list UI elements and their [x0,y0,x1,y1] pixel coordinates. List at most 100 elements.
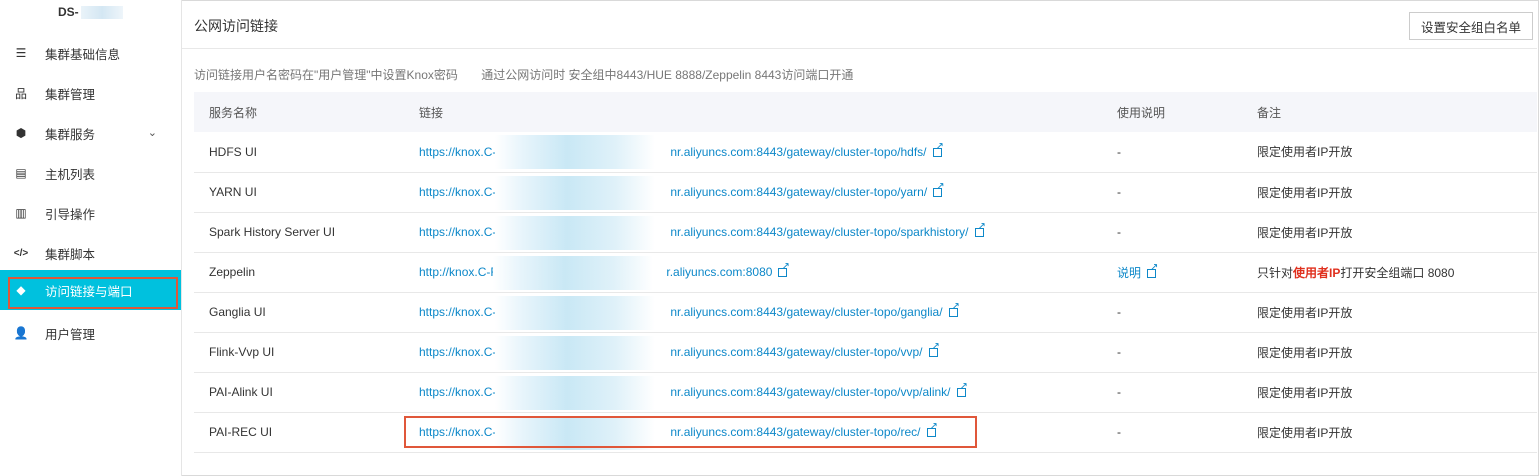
external-link-icon[interactable] [928,342,940,357]
note-cell: 限定使用者IP开放 [1242,412,1537,453]
service-link[interactable]: https://knox.C-F9 nr.aliyuncs.com:8443/ga… [404,372,1102,413]
usage-cell[interactable]: 说明 [1102,252,1242,293]
note-cell: 限定使用者IP开放 [1242,212,1537,253]
server-icon: ▤ [15,166,27,180]
external-link-icon[interactable] [926,422,938,437]
service-name: Flink-Vvp UI [194,332,404,373]
user-gear-icon: 👤 [13,326,29,340]
service-link[interactable]: https://knox.C-F9 nr.aliyuncs.com:8443/ga… [404,172,1102,213]
cluster-name: DS- [58,4,123,20]
note-cell: 限定使用者IP开放 [1242,292,1537,333]
note-cell: 限定使用者IP开放 [1242,172,1537,213]
service-link[interactable]: https://knox.C-F9 nr.aliyuncs.com:8443/ga… [404,332,1102,373]
service-link[interactable]: https://knox.C-F9 nr.aliyuncs.com:8443/ga… [404,132,1102,173]
cluster-name-redacted [80,5,123,19]
service-name: PAI-REC UI [194,412,404,453]
tag-icon: ◆ [16,283,26,297]
service-name: HDFS UI [194,132,404,173]
external-link-icon[interactable] [974,222,986,237]
service-name: Zeppelin [194,252,404,293]
sidebar-item-user-management[interactable]: 👤 用户管理 [0,313,181,353]
sidebar-item-cluster-management[interactable]: 品 集群管理 [0,73,181,113]
service-link[interactable]: https://knox.C-F9 nr.aliyuncs.com:8443/ga… [404,412,1102,453]
redaction-mask [495,135,655,169]
sidebar-item-access-links[interactable]: ◆ 访问链接与端口 [0,270,181,310]
external-link-icon[interactable] [933,182,945,197]
security-group-whitelist-button[interactable]: 设置安全组白名单 [1409,12,1533,40]
cube-icon: ⬢ [15,126,27,140]
usage-cell: - [1102,332,1242,373]
column-header-note: 备注 [1242,92,1537,132]
usage-cell: - [1102,132,1242,173]
redaction-mask [495,215,655,250]
table-header-row: 服务名称 链接 使用说明 备注 [194,92,1537,132]
table-row: PAI-REC UI https://knox.C-F9 nr.aliyuncs.… [194,412,1537,453]
column-header-service: 服务名称 [194,92,404,132]
table-row: Zeppelin http://knox.C-F9 r.aliyuncs.com:… [194,252,1537,293]
usage-cell: - [1102,212,1242,253]
chevron-down-icon[interactable]: ⌄ [148,126,157,139]
table-row: YARN UI https://knox.C-F9 nr.aliyuncs.com… [194,172,1537,213]
sidebar-item-label: 用户管理 [45,327,96,342]
note-cell: 限定使用者IP开放 [1242,332,1537,373]
note-cell: 只针对使用者IP打开安全组端口 8080 [1242,252,1537,293]
column-header-link: 链接 [404,92,1102,132]
table-row: Ganglia UI https://knox.C-F9 nr.aliyuncs.… [194,292,1537,333]
redaction-mask [495,375,655,410]
main-content: 公网访问链接 设置安全组白名单 访问链接用户名密码在"用户管理"中设置Knox密… [182,0,1539,476]
external-link-icon[interactable] [956,382,968,397]
usage-cell: - [1102,372,1242,413]
table-row: HDFS UI https://knox.C-F9 nr.aliyuncs.com… [194,132,1537,173]
usage-cell: - [1102,172,1242,213]
document-icon: ▥ [15,206,27,220]
service-link[interactable]: https://knox.C-F9 nr.aliyuncs.com:8443/ga… [404,212,1102,253]
redaction-mask [495,175,655,210]
notice-ports: 通过公网访问时 安全组中8443/HUE 8888/Zeppelin 8443访… [481,68,854,82]
table-row: Flink-Vvp UI https://knox.C-F9 nr.aliyunc… [194,332,1537,373]
column-header-usage: 使用说明 [1102,92,1242,132]
service-name: PAI-Alink UI [194,372,404,413]
sidebar-item-label: 主机列表 [45,167,96,182]
code-icon: </> [13,247,29,259]
usage-cell: - [1102,292,1242,333]
sidebar-item-bootstrap-actions[interactable]: ▥ 引导操作 [0,193,181,233]
note-cell: 限定使用者IP开放 [1242,372,1537,413]
usage-cell: - [1102,412,1242,453]
note-cell: 限定使用者IP开放 [1242,132,1537,173]
redaction-mask [493,255,653,290]
sidebar-item-host-list[interactable]: ▤ 主机列表 [0,153,181,193]
sidebar-item-cluster-info[interactable]: ☰ 集群基础信息 [0,33,181,73]
redaction-mask [495,415,655,450]
sidebar: DS- ☰ 集群基础信息 品 集群管理 ⬢ 集群服务 ⌄ ▤ 主机列表 ▥ 引导… [0,0,182,476]
sidebar-item-label: 引导操作 [45,207,96,222]
external-link-icon[interactable] [778,262,790,277]
access-links-table: 服务名称 链接 使用说明 备注 HDFS UI https://knox.C-F… [194,92,1537,453]
sidebar-item-label: 集群基础信息 [45,47,121,62]
service-name: Spark History Server UI [194,212,404,253]
table-row: PAI-Alink UI https://knox.C-F9 nr.aliyunc… [194,372,1537,413]
external-link-icon[interactable] [932,142,944,157]
sidebar-item-label: 集群管理 [45,87,96,102]
access-notice: 访问链接用户名密码在"用户管理"中设置Knox密码 通过公网访问时 安全组中84… [194,66,853,83]
sidebar-item-cluster-services[interactable]: ⬢ 集群服务 ⌄ [0,113,181,153]
page-title: 公网访问链接 [194,18,278,34]
service-name: Ganglia UI [194,292,404,333]
sidebar-item-label: 集群脚本 [45,247,96,262]
sitemap-icon: 品 [14,86,27,101]
highlighted-user-ip: 使用者IP [1293,265,1341,280]
external-link-icon[interactable] [1147,263,1158,278]
redaction-mask [495,335,655,370]
table-row: Spark History Server UI https://knox.C-F… [194,212,1537,253]
usage-doc-link[interactable]: 说明 [1117,266,1141,280]
page-header: 公网访问链接 设置安全组白名单 [182,0,1537,49]
service-link[interactable]: http://knox.C-F9 r.aliyuncs.com:8080 [404,252,1102,293]
notice-credentials: 访问链接用户名密码在"用户管理"中设置Knox密码 [194,68,458,82]
cluster-name-prefix: DS- [58,5,79,19]
sidebar-item-cluster-scripts[interactable]: </> 集群脚本 [0,233,181,273]
external-link-icon[interactable] [948,302,960,317]
redaction-mask [495,295,655,330]
service-link[interactable]: https://knox.C-F9 nr.aliyuncs.com:8443/ga… [404,292,1102,333]
sidebar-item-label: 访问链接与端口 [45,284,133,299]
list-icon: ☰ [15,46,27,60]
sidebar-item-label: 集群服务 [45,127,96,142]
